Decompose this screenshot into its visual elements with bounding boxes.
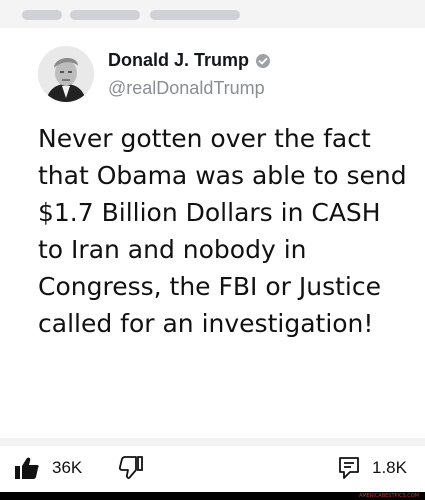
comment-action[interactable]: 1.8K	[338, 456, 407, 480]
author-handle[interactable]: @realDonaldTrump	[108, 78, 265, 99]
watermark: AMERICABESTPICS.COM	[358, 493, 419, 499]
comment-icon	[339, 457, 359, 479]
action-bar: 36K 1.8K	[0, 446, 425, 492]
tweet-card: Donald J. Trump @realDonaldTrump Never g…	[0, 28, 425, 438]
top-status-strip	[0, 0, 425, 28]
tweet-text: Never gotten over the fact that Obama wa…	[38, 124, 407, 338]
verified-badge-icon	[256, 53, 271, 68]
avatar-image	[38, 46, 94, 102]
like-count: 36K	[52, 458, 83, 477]
avatar[interactable]	[38, 46, 94, 102]
divider	[0, 438, 425, 446]
thumbs-down-icon	[118, 456, 143, 479]
like-action[interactable]: 36K	[14, 456, 82, 480]
blurred-text	[70, 10, 140, 20]
blurred-text	[150, 10, 240, 20]
comment-count: 1.8K	[372, 458, 407, 477]
blurred-text	[22, 10, 62, 20]
thumbs-up-icon	[15, 457, 39, 479]
author-name[interactable]: Donald J. Trump	[108, 50, 249, 71]
dislike-action[interactable]	[118, 456, 144, 480]
